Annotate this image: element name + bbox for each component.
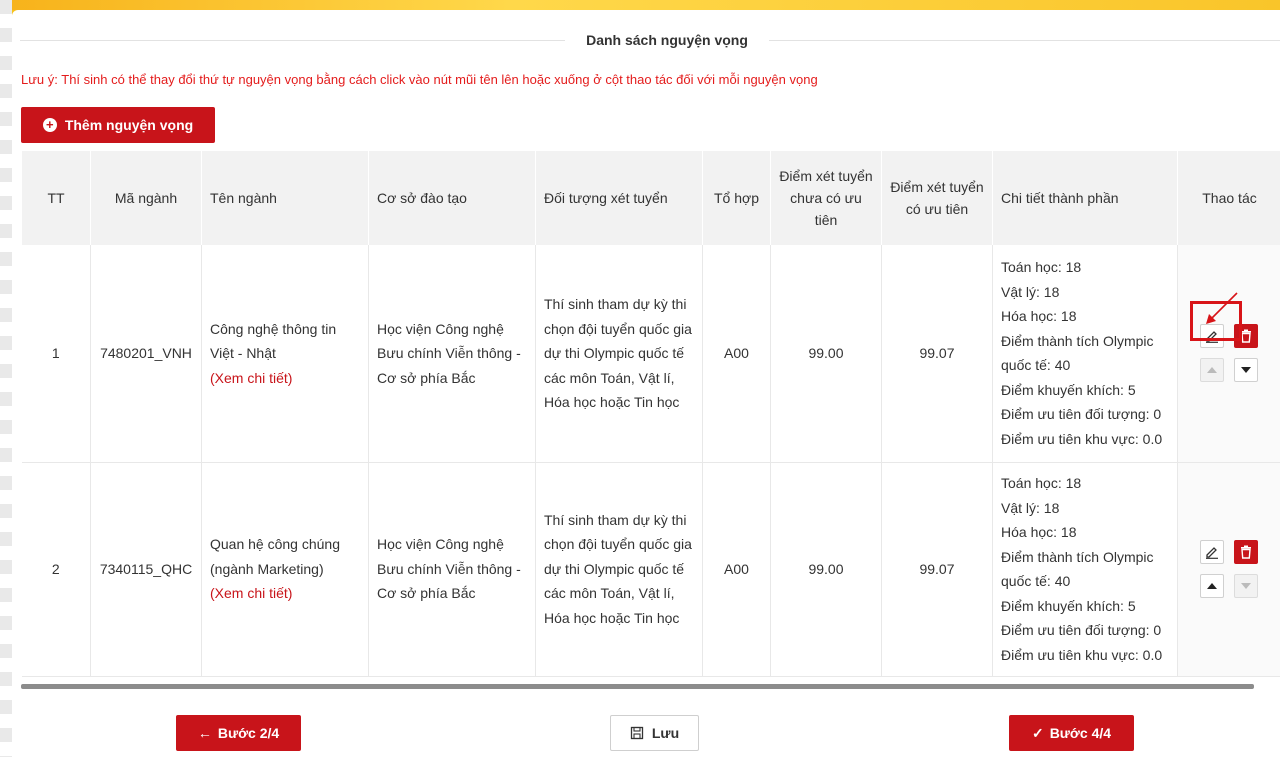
edit-button[interactable] [1200,540,1224,564]
section-title: Danh sách nguyện vọng [572,30,762,50]
cell-doi-tuong: Thí sinh tham dự kỳ thi chọn đội tuyển q… [535,245,703,463]
col-header-thao-tac: Thao tác [1177,151,1280,245]
cell-tt: 1 [21,245,91,463]
cell-ma-nganh: 7480201_VNH [90,245,202,463]
trash-icon [1241,329,1251,343]
cell-diem-co-uu-tien: 99.07 [881,462,993,677]
arrow-down-icon [1241,583,1251,589]
table-header-row: TT Mã ngành Tên ngành Cơ sở đào tạo Đối … [21,151,1280,245]
col-header-diem-chua-uu-tien: Điểm xét tuyển chưa có ưu tiên [770,151,882,245]
detail-line: Điểm thành tích Olympic [1001,548,1154,565]
checkmark-icon: ✓ [1031,724,1044,741]
move-down-button[interactable] [1234,574,1258,598]
cell-ten-nganh: Quan hệ công chúng (ngành Marketing) (Xe… [201,462,369,677]
detail-line: Toán học: 18 [1001,475,1082,491]
table-row: 1 7480201_VNH Công nghệ thông tin Việt -… [21,245,1280,463]
detail-line: Điểm ưu tiên đối tượng: 0 [1001,406,1162,423]
major-name: Công nghệ thông tin Việt - Nhật [210,320,337,362]
plus-circle-icon: + [42,118,57,132]
cell-diem-chua-uu-tien: 99.00 [770,245,882,463]
detail-line: Điểm khuyến khích: 5 [1001,597,1136,614]
section-header: Danh sách nguyện vọng [20,30,1280,50]
cell-doi-tuong: Thí sinh tham dự kỳ thi chọn đội tuyển q… [535,462,703,677]
cell-ma-nganh: 7340115_QHC [90,462,202,677]
detail-line: Hóa học: 18 [1001,308,1077,325]
col-header-ten-nganh: Tên ngành [201,151,369,245]
detail-line: Điểm khuyến khích: 5 [1001,381,1136,398]
cell-to-hop: A00 [702,462,771,677]
divider-right [769,40,1280,41]
add-wish-label: Thêm nguyện vọng [64,117,194,133]
detail-line: quốc tế: 40 [1001,357,1071,374]
trash-icon [1241,545,1251,559]
move-up-button[interactable] [1200,574,1224,598]
cell-to-hop: A00 [702,245,771,463]
detail-line: Toán học: 18 [1001,259,1082,276]
cell-co-so: Học viện Công nghệ Bưu chính Viễn thông … [368,245,536,463]
col-header-chi-tiet: Chi tiết thành phần [992,151,1178,245]
view-detail-link[interactable]: (Xem chi tiết) [210,366,360,391]
prev-step-label: Bước 2/4 [217,725,280,741]
action-buttons [1200,540,1273,598]
next-step-button[interactable]: ✓ Bước 4/4 [1009,715,1134,751]
table-row: 2 7340115_QHC Quan hệ công chúng (ngành … [21,462,1280,677]
cell-diem-chua-uu-tien: 99.00 [770,462,882,677]
cell-co-so: Học viện Công nghệ Bưu chính Viễn thông … [368,462,536,677]
cell-chi-tiet: Toán học: 18 Vật lý: 18 Hóa học: 18 Điểm… [992,245,1178,463]
divider-left [20,40,565,41]
detail-line: Điểm ưu tiên khu vực: 0.0 [1001,430,1163,447]
save-button[interactable]: Lưu [610,715,699,751]
wishes-table-container[interactable]: TT Mã ngành Tên ngành Cơ sở đào tạo Đối … [21,151,1280,684]
detail-line: Vật lý: 18 [1001,283,1060,300]
cell-tt: 2 [21,462,91,677]
delete-button[interactable] [1234,324,1258,349]
col-header-doi-tuong: Đối tượng xét tuyển [535,151,703,245]
floppy-disk-icon [630,726,644,740]
detail-line: Hóa học: 18 [1001,524,1077,540]
prev-step-button[interactable]: ← Bước 2/4 [176,715,301,751]
detail-line: Điểm ưu tiên đối tượng: 0 [1001,622,1162,638]
cell-ten-nganh: Công nghệ thông tin Việt - Nhật (Xem chi… [201,245,369,463]
add-wish-button[interactable]: + Thêm nguyện vọng [21,107,215,143]
delete-button[interactable] [1234,540,1258,564]
detail-line: quốc tế: 40 [1001,573,1071,589]
main-panel: Danh sách nguyện vọng Lưu ý: Thí sinh có… [12,10,1280,757]
col-header-tt: TT [21,151,91,245]
next-step-label: Bước 4/4 [1049,725,1112,741]
arrow-up-icon [1207,367,1217,374]
major-name: Quan hệ công chúng (ngành Marketing) [210,536,340,577]
col-header-to-hop: Tổ hợp [702,151,771,245]
arrow-down-icon [1241,367,1251,374]
cell-diem-co-uu-tien: 99.07 [881,245,993,463]
note-text: Lưu ý: Thí sinh có thể thay đổi thứ tự n… [21,72,818,87]
action-buttons [1200,324,1273,383]
move-down-button[interactable] [1234,358,1258,383]
save-label: Lưu [651,725,680,741]
cell-thao-tac [1177,462,1280,677]
move-up-button[interactable] [1200,358,1224,383]
arrow-up-icon [1207,583,1217,589]
pencil-icon [1206,331,1218,344]
col-header-co-so: Cơ sở đào tạo [368,151,536,245]
view-detail-link[interactable]: (Xem chi tiết) [210,581,360,606]
pencil-icon [1206,547,1218,559]
col-header-ma-nganh: Mã ngành [90,151,202,245]
wishes-table: TT Mã ngành Tên ngành Cơ sở đào tạo Đối … [21,151,1280,677]
horizontal-scrollbar[interactable] [21,684,1254,689]
decorative-top-stripe [0,0,1280,10]
arrow-left-icon: ← [197,725,212,741]
detail-line: Vật lý: 18 [1001,499,1060,516]
edit-button[interactable] [1200,324,1224,349]
cell-thao-tac [1177,245,1280,463]
cell-chi-tiet: Toán học: 18 Vật lý: 18 Hóa học: 18 Điểm… [992,462,1178,677]
detail-line: Điểm ưu tiên khu vực: 0.0 [1001,646,1163,663]
detail-line: Điểm thành tích Olympic [1001,332,1154,349]
decorative-left-stripe [0,0,12,757]
col-header-diem-co-uu-tien: Điểm xét tuyển có ưu tiên [881,151,993,245]
